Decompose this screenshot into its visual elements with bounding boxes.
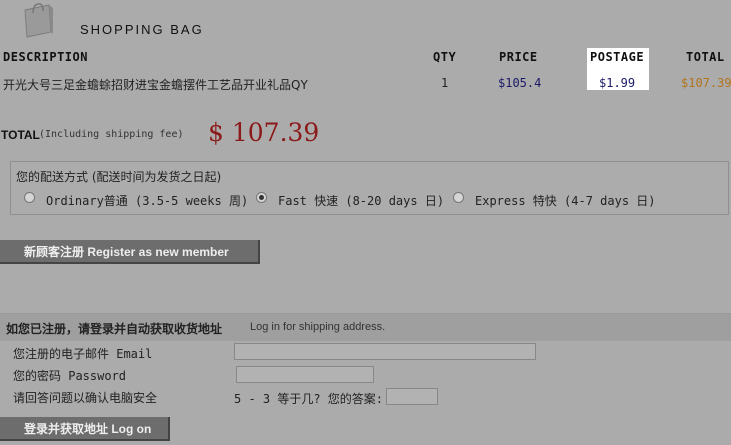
option-express-label[interactable]: Express 特快 (4-7 days 日): [475, 192, 656, 209]
captcha-answer-field[interactable]: [386, 388, 438, 405]
column-price: PRICE: [499, 50, 538, 64]
login-section-subtitle: Log in for shipping address.: [250, 321, 386, 333]
password-field[interactable]: [236, 366, 374, 383]
login-section-title: 如您已注册，请登录并自动获取收货地址: [6, 322, 223, 336]
page-title: SHOPPING BAG: [80, 22, 204, 37]
column-postage: POSTAGE: [590, 50, 645, 64]
column-total: TOTAL: [686, 50, 725, 64]
total-amount: $ 107.39: [208, 118, 320, 147]
option-ordinary-label[interactable]: Ordinary普通 (3.5-5 weeks 周): [46, 192, 248, 209]
product-total: $107.39: [681, 76, 731, 90]
shipping-method-title: 您的配送方式 (配送时间为发货之日起): [16, 170, 222, 184]
login-button[interactable]: 登录并获取地址 Log on: [0, 417, 170, 441]
captcha-question: 5 - 3 等于几? 您的答案:: [234, 392, 384, 406]
register-button[interactable]: 新顾客注册 Register as new member: [0, 240, 260, 264]
product-postage: $1.99: [599, 76, 636, 90]
password-label: 您的密码 Password: [13, 369, 127, 383]
total-note: (Including shipping fee): [39, 129, 184, 140]
shopping-bag-icon: [22, 2, 54, 38]
product-price: $105.4: [498, 76, 542, 90]
total-label: TOTAL: [1, 128, 40, 142]
product-description[interactable]: 开光大号三足金蟾蜍招财进宝金蟾摆件工艺品开业礼品QY: [3, 76, 308, 93]
radio-fast[interactable]: [256, 192, 267, 203]
email-label: 您注册的电子邮件 Email: [13, 347, 153, 361]
column-description: DESCRIPTION: [3, 50, 88, 64]
radio-ordinary[interactable]: [24, 192, 35, 203]
column-qty: QTY: [433, 50, 457, 64]
email-field[interactable]: [234, 343, 536, 360]
option-fast-label[interactable]: Fast 快速 (8-20 days 日): [278, 192, 444, 209]
product-qty: 1: [441, 76, 449, 90]
captcha-label: 请回答问题以确认电脑安全: [13, 391, 158, 405]
radio-express[interactable]: [453, 192, 464, 203]
